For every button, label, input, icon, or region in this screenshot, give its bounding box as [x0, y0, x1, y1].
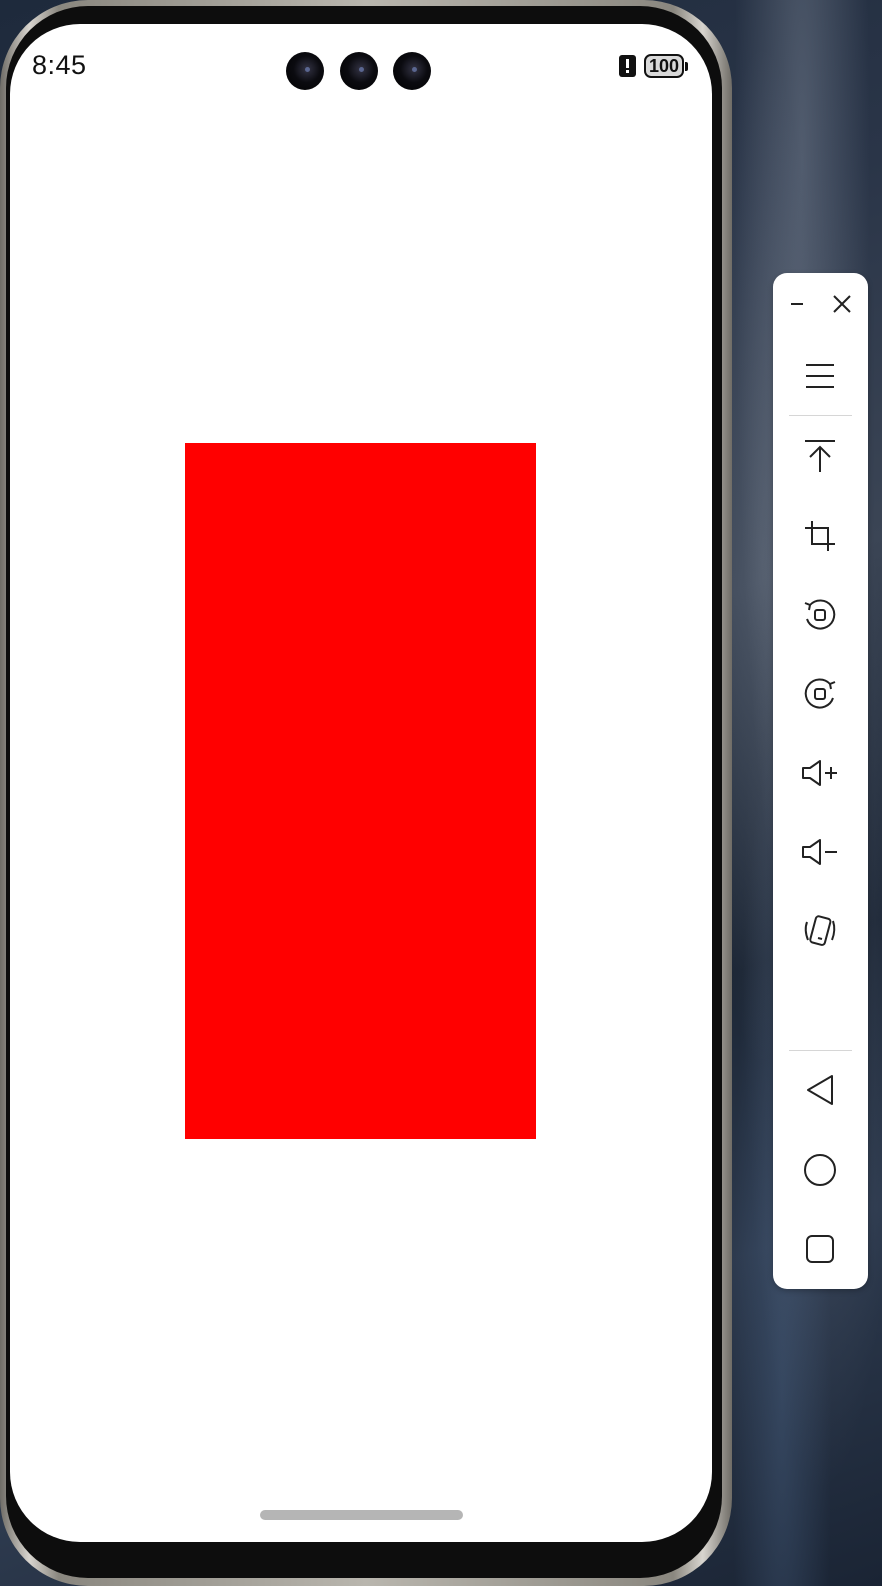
toolbar-divider — [789, 415, 852, 416]
rotate-right-icon[interactable] — [800, 674, 840, 714]
status-time: 8:45 — [32, 50, 87, 80]
phone-screen: 8:45 100 — [10, 24, 712, 1542]
home-indicator-bar[interactable] — [260, 1510, 463, 1520]
phone-frame: 8:45 100 — [0, 0, 732, 1586]
close-icon[interactable] — [829, 291, 855, 317]
rotate-left-icon[interactable] — [800, 595, 840, 635]
battery-level: 100 — [643, 54, 684, 78]
volume-up-icon[interactable] — [800, 753, 840, 793]
menu-icon[interactable] — [800, 356, 840, 396]
camera-lens-icon — [286, 52, 324, 90]
back-icon[interactable] — [800, 1070, 840, 1110]
pin-to-top-icon[interactable] — [800, 436, 840, 476]
recents-icon[interactable] — [800, 1229, 840, 1269]
camera-lens-icon — [340, 52, 378, 90]
red-rectangle — [185, 443, 536, 1139]
toolbar-divider — [789, 1050, 852, 1051]
status-indicators: 100 — [618, 54, 688, 78]
battery-indicator: 100 — [643, 54, 688, 78]
home-icon[interactable] — [800, 1150, 840, 1190]
minimize-icon[interactable] — [785, 291, 809, 315]
alert-icon — [618, 55, 636, 77]
volume-down-icon[interactable] — [800, 832, 840, 872]
emulator-toolbar — [773, 273, 868, 1289]
camera-lens-icon — [393, 52, 431, 90]
crop-icon[interactable] — [800, 516, 840, 556]
shake-icon[interactable] — [800, 911, 840, 951]
battery-tip — [685, 61, 688, 71]
